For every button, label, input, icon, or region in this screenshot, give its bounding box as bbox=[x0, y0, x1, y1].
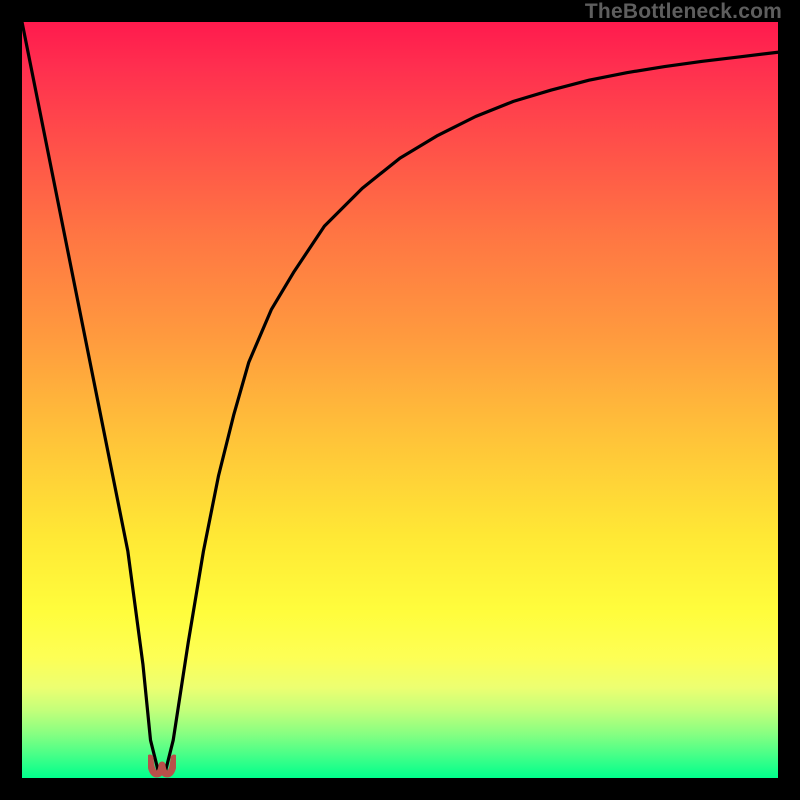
bottleneck-curve bbox=[22, 22, 778, 778]
watermark-text: TheBottleneck.com bbox=[585, 0, 782, 24]
chart-frame: TheBottleneck.com bbox=[0, 0, 800, 800]
plot-area bbox=[22, 22, 778, 778]
optimum-marker-icon bbox=[148, 754, 176, 778]
